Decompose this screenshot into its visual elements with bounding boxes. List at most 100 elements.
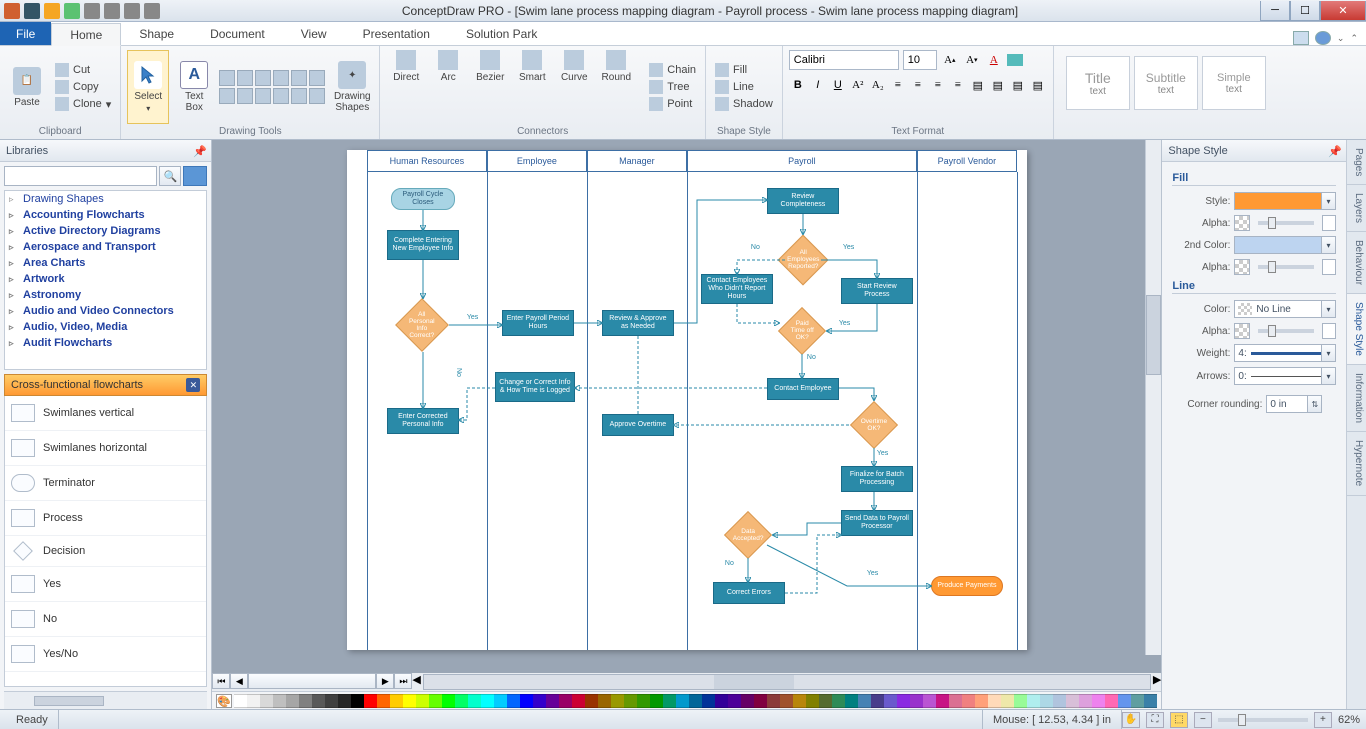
color-swatch[interactable] — [1092, 694, 1105, 708]
color-swatch[interactable] — [637, 694, 650, 708]
node-payroll-cycle[interactable]: Payroll Cycle Closes — [391, 188, 455, 210]
chain-button[interactable]: Chain — [646, 62, 699, 78]
increase-font-icon[interactable]: A▴ — [941, 51, 959, 69]
color-swatch[interactable] — [1105, 694, 1118, 708]
color-swatch[interactable] — [403, 694, 416, 708]
color-swatch[interactable] — [910, 694, 923, 708]
tab-presentation[interactable]: Presentation — [345, 22, 448, 45]
color-swatch[interactable] — [624, 694, 637, 708]
lane-vendor[interactable]: Payroll Vendor — [917, 150, 1017, 172]
node-review-approve[interactable]: Review & Approve as Needed — [602, 310, 674, 336]
zoom-in-button[interactable]: + — [1314, 712, 1332, 728]
hand-tool-icon[interactable]: ✋ — [1122, 712, 1140, 728]
qat-more-icon[interactable] — [144, 3, 160, 19]
canvas-viewport[interactable]: Human Resources Employee Manager Payroll… — [212, 140, 1161, 673]
rtab-layers[interactable]: Layers — [1347, 185, 1366, 232]
library-search-input[interactable] — [4, 166, 157, 186]
tab-shape[interactable]: Shape — [121, 22, 192, 45]
active-library-header[interactable]: Cross-functional flowcharts✕ — [4, 374, 207, 396]
color-swatch[interactable] — [442, 694, 455, 708]
rtab-behaviour[interactable]: Behaviour — [1347, 232, 1366, 294]
hscroll-track[interactable] — [423, 674, 1151, 690]
line-alpha-slider[interactable] — [1258, 329, 1314, 333]
color-swatch[interactable] — [598, 694, 611, 708]
style-simple[interactable]: Simpletext — [1202, 56, 1266, 110]
shape-yesno[interactable]: Yes/No — [5, 637, 206, 672]
poly-tool-icon[interactable] — [309, 70, 325, 86]
italic-icon[interactable]: I — [809, 76, 827, 94]
line-button[interactable]: Line — [712, 79, 776, 95]
shape-terminator[interactable]: Terminator — [5, 466, 206, 501]
tree-item[interactable]: Area Charts — [5, 255, 206, 271]
color-swatch[interactable] — [546, 694, 559, 708]
tree-item[interactable]: Accounting Flowcharts — [5, 207, 206, 223]
color-swatch[interactable] — [559, 694, 572, 708]
color-swatch[interactable] — [260, 694, 273, 708]
color-swatch[interactable] — [741, 694, 754, 708]
tree-item[interactable]: Drawing Shapes — [5, 191, 206, 207]
color-swatch[interactable] — [715, 694, 728, 708]
second-color-select[interactable]: ▾ — [1234, 236, 1336, 254]
align-right-icon[interactable]: ≡ — [929, 76, 947, 94]
node-data-accepted[interactable]: Data Accepted? — [724, 511, 772, 559]
color-swatch[interactable] — [247, 694, 260, 708]
lane-payroll[interactable]: Payroll — [687, 150, 917, 172]
font-family-select[interactable] — [789, 50, 899, 70]
alpha2-input[interactable] — [1322, 259, 1336, 275]
color-swatch[interactable] — [650, 694, 663, 708]
point-button[interactable]: Point — [646, 96, 699, 112]
tab-document[interactable]: Document — [192, 22, 283, 45]
color-swatch[interactable] — [936, 694, 949, 708]
zoom-fit-icon[interactable]: ⬚ — [1170, 712, 1188, 728]
chevron-up-icon[interactable]: ⌃ — [1350, 33, 1358, 44]
pushpin-icon[interactable]: 📌 — [1328, 145, 1340, 157]
color-swatch[interactable] — [364, 694, 377, 708]
color-swatch[interactable] — [780, 694, 793, 708]
color-swatch[interactable] — [273, 694, 286, 708]
alpha-input[interactable] — [1322, 215, 1336, 231]
fill-style-select[interactable]: ▾ — [1234, 192, 1336, 210]
library-tree[interactable]: Drawing Shapes Accounting Flowcharts Act… — [4, 190, 207, 370]
select-tool[interactable]: Select▾ — [127, 50, 169, 124]
superscript-icon[interactable]: A² — [849, 76, 867, 94]
line-color-select[interactable]: No Line▾ — [1234, 300, 1336, 318]
color-swatch[interactable] — [832, 694, 845, 708]
color-swatch[interactable] — [962, 694, 975, 708]
tree-item[interactable]: Astronomy — [5, 287, 206, 303]
color-swatch[interactable] — [377, 694, 390, 708]
style-title[interactable]: Titletext — [1066, 56, 1130, 110]
window-switch-icon[interactable] — [1293, 31, 1309, 45]
zoom-region-icon[interactable]: ⛶ — [1146, 712, 1164, 728]
color-swatch[interactable] — [338, 694, 351, 708]
node-all-personal[interactable]: All Personal Info Correct? — [395, 298, 449, 352]
fill-button[interactable]: Fill — [712, 62, 776, 78]
tree-item[interactable]: Audit Flowcharts — [5, 335, 206, 351]
color-swatch[interactable] — [494, 694, 507, 708]
color-swatch[interactable] — [455, 694, 468, 708]
minimize-button[interactable]: ─ — [1260, 1, 1290, 21]
qat-open-icon[interactable] — [44, 3, 60, 19]
tree-item[interactable]: Active Directory Diagrams — [5, 223, 206, 239]
maximize-button[interactable]: ☐ — [1290, 1, 1320, 21]
color-swatch[interactable] — [793, 694, 806, 708]
page-first-button[interactable]: ⏮ — [212, 673, 230, 689]
tree-item[interactable]: Audio and Video Connectors — [5, 303, 206, 319]
paste-button[interactable]: 📋 Paste — [6, 50, 48, 124]
tree-button[interactable]: Tree — [646, 79, 699, 95]
arc-tool-icon[interactable] — [273, 70, 289, 86]
qat-undo-icon[interactable] — [84, 3, 100, 19]
color-swatch[interactable] — [663, 694, 676, 708]
font-color-icon[interactable]: A — [985, 51, 1003, 69]
color-swatch[interactable] — [728, 694, 741, 708]
copy-button[interactable]: Copy — [52, 79, 114, 95]
color-swatch[interactable] — [767, 694, 780, 708]
style-subtitle[interactable]: Subtitletext — [1134, 56, 1198, 110]
decrease-font-icon[interactable]: A▾ — [963, 51, 981, 69]
rotate-tool-icon[interactable] — [291, 88, 307, 104]
color-swatch[interactable] — [1118, 694, 1131, 708]
freehand-tool-icon[interactable] — [219, 88, 235, 104]
clone-button[interactable]: Clone ▾ — [52, 96, 114, 112]
node-paid-time[interactable]: Paid Time off OK? — [778, 307, 826, 355]
color-swatch[interactable] — [520, 694, 533, 708]
fill-alpha-slider[interactable] — [1258, 221, 1314, 225]
